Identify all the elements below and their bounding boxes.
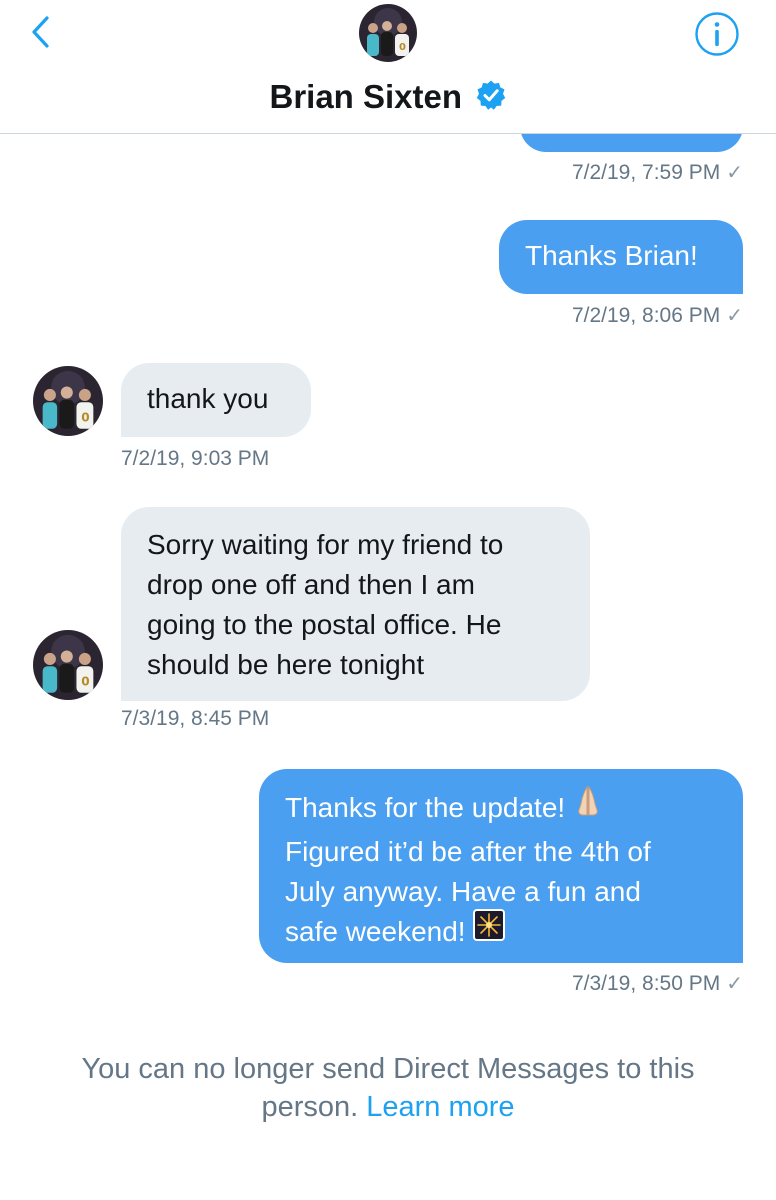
message-text-line: Sorry waiting for my friend to [147, 529, 504, 560]
conversation-header: 0 Brian Sixten [0, 0, 776, 134]
message-bubble-outgoing[interactable]: Thanks Brian! [499, 220, 743, 294]
timestamp-text: 7/3/19, 8:45 PM [121, 707, 270, 730]
timestamp-text: 7/2/19, 8:06 PM [571, 304, 721, 327]
message-text-line: July anyway. Have a fun and [285, 876, 641, 907]
message-bubble-incoming[interactable]: thank you [121, 363, 311, 437]
message-timestamp: 7/2/19, 8:06 PM ✓ [500, 303, 743, 328]
header-avatar[interactable]: 0 [359, 4, 417, 62]
fireworks-emoji [473, 909, 506, 952]
message-timestamp: 7/2/19, 7:59 PM ✓ [500, 160, 743, 185]
message-text-line: going to the postal office. He [147, 609, 502, 640]
sent-check-icon: ✓ [726, 973, 743, 995]
message-timestamp: 7/2/19, 9:03 PM [121, 447, 269, 471]
timestamp-text: 7/2/19, 9:03 PM [121, 447, 270, 470]
message-bubble-incoming[interactable]: Sorry waiting for my friend to drop one … [121, 507, 590, 701]
sender-avatar[interactable]: 0 [33, 366, 103, 436]
timestamp-text: 7/2/19, 7:59 PM [571, 161, 721, 184]
profile-photo: 0 [33, 630, 103, 700]
message-text-line: Figured it’d be after the 4th of [285, 836, 651, 867]
message-bubble-outgoing[interactable]: Thanks for the update! Figured it’d be a… [259, 769, 743, 963]
folded-hands-emoji [573, 784, 603, 829]
svg-text:0: 0 [81, 675, 89, 689]
message-text: thank you [147, 383, 269, 414]
profile-photo: 0 [359, 4, 417, 62]
message-text-line: safe weekend! [285, 916, 466, 947]
message-text-line: should be here tonight [147, 649, 425, 680]
dm-disabled-notice: You can no longer send Direct Messages t… [0, 1050, 776, 1126]
message-text-line: drop one off and then I am [147, 569, 475, 600]
timestamp-text: 7/3/19, 8:50 PM [571, 972, 721, 995]
message-bubble-outgoing[interactable] [520, 134, 743, 152]
sender-avatar[interactable]: 0 [33, 630, 103, 700]
chevron-left-icon [32, 16, 49, 48]
svg-text:0: 0 [81, 411, 89, 425]
back-button[interactable] [22, 12, 62, 52]
message-text: Thanks Brian! [525, 240, 698, 271]
message-text-line-row: Thanks for the update! [285, 784, 717, 832]
svg-text:0: 0 [399, 42, 406, 53]
info-icon [695, 12, 739, 56]
learn-more-link[interactable]: Learn more [366, 1091, 514, 1123]
verified-badge-icon [475, 79, 507, 111]
notice-text-line1: You can no longer send Direct Messages t… [81, 1053, 695, 1085]
message-thread[interactable]: 7/2/19, 7:59 PM ✓ Thanks Brian! 7/2/19, 8… [0, 134, 776, 1200]
header-title-row: Brian Sixten [0, 78, 776, 116]
message-text-line: Thanks for the update! [285, 791, 566, 823]
profile-photo: 0 [33, 366, 103, 436]
notice-text-line2: person. Learn more [0, 1088, 776, 1126]
page-title: Brian Sixten [269, 78, 463, 115]
info-button[interactable] [694, 11, 740, 57]
notice-text: person. [261, 1091, 359, 1123]
message-text-line-row: safe weekend! [285, 909, 717, 955]
sent-check-icon: ✓ [726, 162, 743, 184]
sent-check-icon: ✓ [726, 305, 743, 327]
message-timestamp: 7/3/19, 8:50 PM ✓ [500, 971, 743, 996]
message-timestamp: 7/3/19, 8:45 PM [121, 707, 269, 731]
